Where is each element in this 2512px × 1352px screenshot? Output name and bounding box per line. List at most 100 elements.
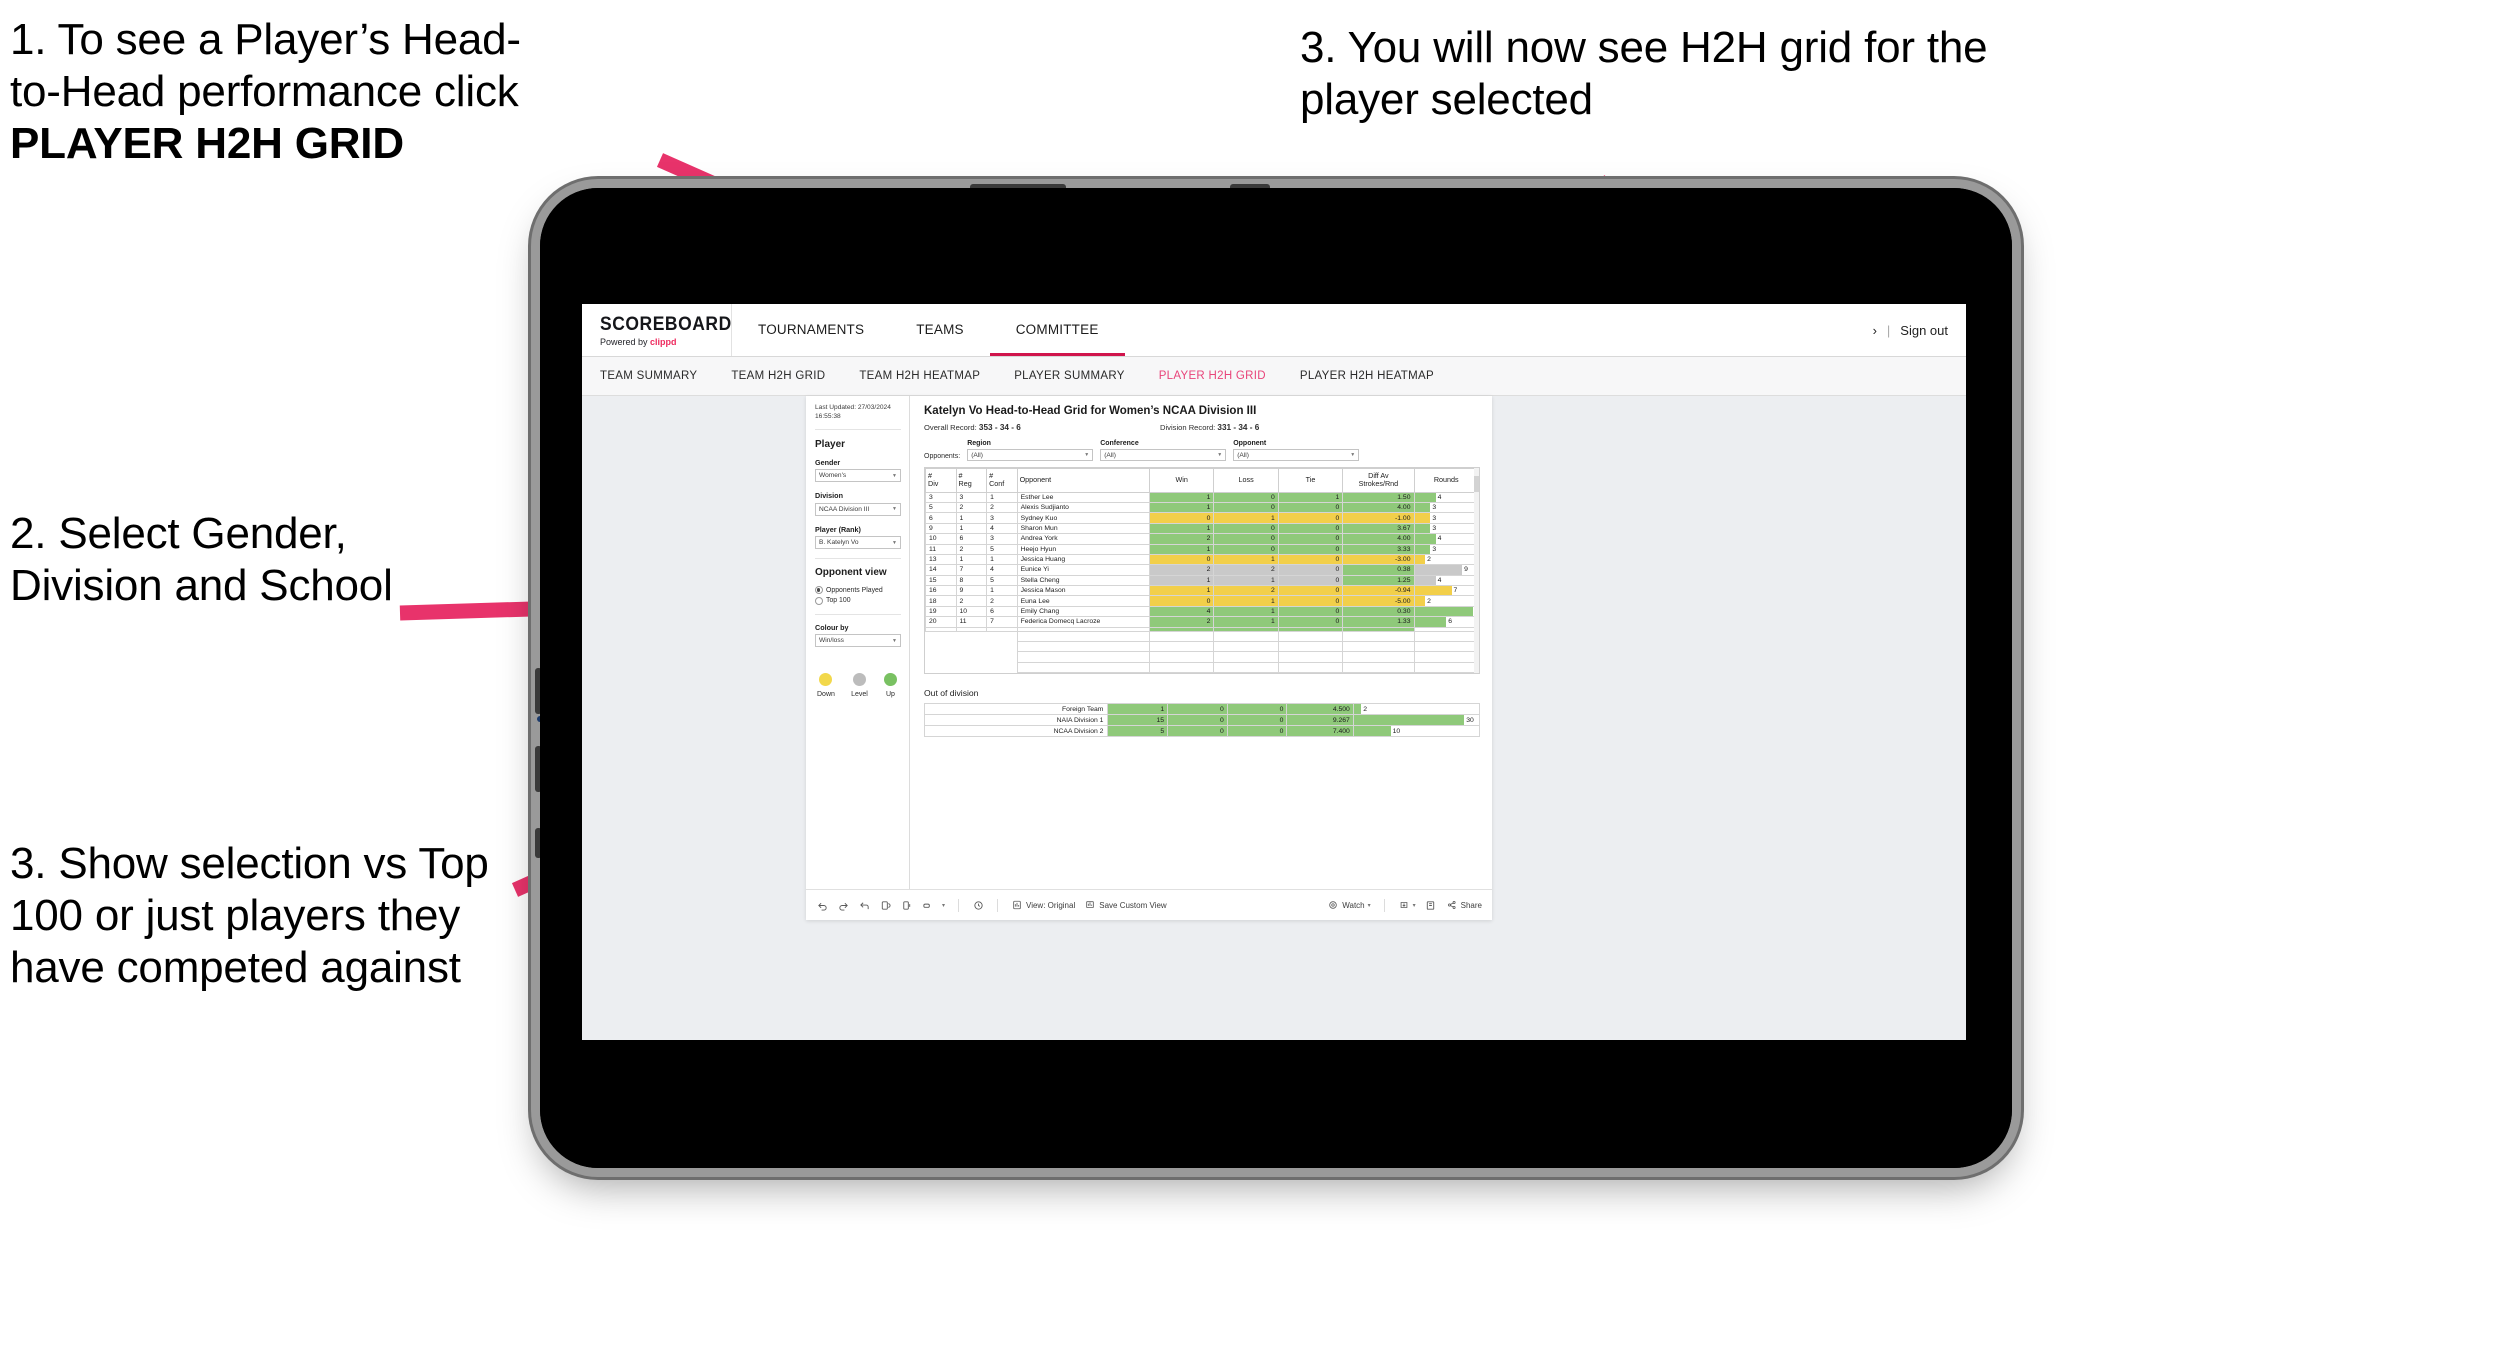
table-row[interactable]: 13 1 1 Jessica Huang 0 1 0 -3.00 2 xyxy=(925,553,1479,566)
table-row[interactable]: 15 8 5 Stella Cheng 1 1 0 1.25 4 xyxy=(925,574,1479,587)
col-win[interactable]: Win xyxy=(1148,468,1215,493)
share-button[interactable]: Share xyxy=(1446,899,1482,911)
col-opponent[interactable]: Opponent xyxy=(1016,468,1150,493)
conference-select[interactable]: (All) ▼ xyxy=(1100,449,1227,461)
table-cell: 3 xyxy=(986,533,1018,545)
table-row[interactable]: 14 7 4 Eunice Yi 2 2 0 0.38 9 xyxy=(925,564,1479,576)
table-scrollbar[interactable] xyxy=(1474,468,1479,674)
top-separator: | xyxy=(1886,322,1891,338)
share-icon xyxy=(1446,899,1458,911)
subnav-team-h2h-grid[interactable]: TEAM H2H GRID xyxy=(731,370,825,382)
rounds-bar-cell: 3 xyxy=(1413,501,1479,514)
out-of-division-row[interactable]: NCAA Division 2 5 0 0 7.400 10 xyxy=(923,725,1481,738)
revert-icon[interactable] xyxy=(858,899,870,911)
subnav-player-summary[interactable]: PLAYER SUMMARY xyxy=(1014,370,1125,382)
col-div[interactable]: # Div xyxy=(925,468,957,493)
rounds-bar-cell: 6 xyxy=(1413,616,1479,628)
save-custom-view-label: Save Custom View xyxy=(1099,900,1167,910)
table-cell: 16 xyxy=(925,585,957,597)
secondary-nav: TEAM SUMMARY TEAM H2H GRID TEAM H2H HEAT… xyxy=(582,357,1966,396)
brand-powered-prefix: Powered by xyxy=(600,336,651,347)
table-cell: 2 xyxy=(986,501,1018,514)
opponent-view-title: Opponent view xyxy=(815,567,887,579)
col-tie[interactable]: Tie xyxy=(1277,468,1344,493)
table-row[interactable]: 3 3 1 Esther Lee 1 0 1 1.50 4 xyxy=(925,491,1479,503)
colour-by-select[interactable]: Win/loss ▼ xyxy=(815,634,901,648)
table-cell-empty xyxy=(1213,661,1279,674)
conference-label: Conference xyxy=(1100,440,1139,447)
table-row[interactable]: 10 6 3 Andrea York 2 0 0 4.00 4 xyxy=(925,533,1479,545)
user-chevron-icon[interactable]: › xyxy=(1873,323,1877,338)
col-loss[interactable]: Loss xyxy=(1213,468,1279,493)
h2h-table: # Div # Reg # Conf Opponent Win Loss Tie Di… xyxy=(925,468,1479,674)
tableau-toolbar: ▾ View: Original Save Custom View Watch … xyxy=(806,889,1492,920)
nav-committee[interactable]: COMMITTEE xyxy=(990,304,1125,356)
table-cell: Jessica Mason xyxy=(1016,585,1150,597)
radio-top-100[interactable]: Top 100 xyxy=(815,596,901,605)
col-rounds[interactable]: Rounds xyxy=(1413,468,1479,493)
player-rank-select[interactable]: B. Katelyn Vo ▼ xyxy=(815,536,901,550)
table-row[interactable]: 5 2 2 Alexis Sudjianto 1 0 0 4.00 3 xyxy=(925,501,1479,514)
fullscreen-icon[interactable] xyxy=(1425,899,1437,911)
region-select[interactable]: (All) ▼ xyxy=(967,449,1094,461)
rounds-bar xyxy=(1414,565,1463,575)
watch-button[interactable]: Watch ▾ xyxy=(1327,899,1371,911)
table-row[interactable]: 16 9 1 Jessica Mason 1 2 0 -0.94 7 xyxy=(925,585,1479,597)
table-row[interactable]: 11 2 5 Heejo Hyun 1 0 0 3.33 3 xyxy=(925,543,1479,555)
download-button[interactable]: ▾ xyxy=(1398,899,1416,911)
rounds-value: 2 xyxy=(1427,597,1431,605)
subnav-team-h2h-heatmap[interactable]: TEAM H2H HEATMAP xyxy=(859,370,980,382)
table-cell: -3.00 xyxy=(1342,553,1415,566)
rounds-value: 30 xyxy=(1466,716,1474,724)
col-reg[interactable]: # Reg xyxy=(955,468,988,493)
refresh-icon[interactable] xyxy=(879,899,891,911)
col-conf[interactable]: # Conf xyxy=(986,468,1018,493)
table-cell: 1 xyxy=(1148,543,1215,555)
table-row[interactable]: 20 11 7 Federica Domecq Lacroze 2 1 0 1.33 6 xyxy=(925,616,1479,628)
records-row: Overall Record: 353 - 34 - 6 Division Re… xyxy=(924,423,1480,432)
table-row[interactable]: 9 1 4 Sharon Mun 1 0 0 3.67 3 xyxy=(925,522,1479,535)
table-cell: 13 xyxy=(925,553,957,566)
out-of-division-name: Foreign Team xyxy=(923,703,1109,716)
table-row[interactable]: 6 1 3 Sydney Kuo 0 1 0 -1.00 3 xyxy=(925,512,1479,524)
table-cell: Jessica Huang xyxy=(1016,553,1150,566)
save-custom-view-button[interactable]: Save Custom View xyxy=(1084,899,1167,911)
undo-icon[interactable] xyxy=(816,899,828,911)
brand-logo[interactable]: SCOREBOARD Powered by clippd xyxy=(582,304,732,356)
nav-teams[interactable]: TEAMS xyxy=(890,304,990,356)
radio-opponents-played[interactable]: Opponents Played xyxy=(815,586,901,595)
out-of-division-row[interactable]: Foreign Team 1 0 0 4.500 2 xyxy=(923,703,1481,716)
pause-icon[interactable] xyxy=(900,899,912,911)
table-scrollbar-thumb[interactable] xyxy=(1474,476,1479,492)
filter-caret-icon[interactable]: ▾ xyxy=(942,902,945,909)
table-cell: 0 xyxy=(1213,533,1279,545)
nav-tournaments[interactable]: TOURNAMENTS xyxy=(732,304,890,356)
out-of-division-row[interactable]: NAIA Division 1 15 0 0 9.267 30 xyxy=(923,714,1481,727)
view-original-button[interactable]: View: Original xyxy=(1011,899,1075,911)
chevron-down-icon: ▼ xyxy=(892,506,897,513)
subnav-player-h2h-grid[interactable]: PLAYER H2H GRID xyxy=(1159,370,1266,382)
gender-select[interactable]: Women's ▼ xyxy=(815,469,901,483)
radio-unselected-icon xyxy=(815,596,823,605)
chevron-down-icon: ▼ xyxy=(892,637,897,644)
rounds-bar xyxy=(1354,704,1362,714)
table-row[interactable]: 19106Emily Chang4100.3011 xyxy=(925,605,1479,618)
rounds-bar-cell: 2 xyxy=(1413,553,1479,566)
rounds-value: 9 xyxy=(1464,566,1468,574)
table-row[interactable]: 18 2 2 Euna Lee 0 1 0 -5.00 2 xyxy=(925,595,1479,607)
page-title: Katelyn Vo Head-to-Head Grid for Women’s… xyxy=(924,405,1257,417)
filter-icon[interactable] xyxy=(921,899,933,911)
table-cell-empty xyxy=(1277,651,1344,663)
clock-icon[interactable] xyxy=(972,899,984,911)
table-cell: 0 xyxy=(1277,543,1344,555)
radio-opponents-played-label: Opponents Played xyxy=(826,586,883,594)
subnav-player-h2h-heatmap[interactable]: PLAYER H2H HEATMAP xyxy=(1300,370,1434,382)
subnav-team-summary[interactable]: TEAM SUMMARY xyxy=(600,370,697,382)
table-cell-empty xyxy=(1277,630,1344,643)
opponent-select[interactable]: (All) ▼ xyxy=(1233,449,1360,461)
rounds-bar xyxy=(1414,586,1452,595)
col-diff[interactable]: Diff Av Strokes/Rnd xyxy=(1342,468,1415,493)
redo-icon[interactable] xyxy=(837,899,849,911)
sign-out-link[interactable]: Sign out xyxy=(1900,323,1948,338)
division-select[interactable]: NCAA Division III ▼ xyxy=(815,502,901,516)
